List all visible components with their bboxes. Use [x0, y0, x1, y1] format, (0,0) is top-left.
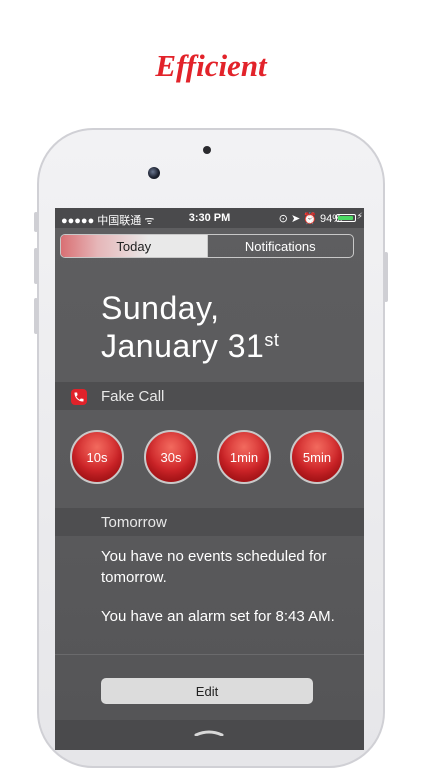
segmented-control: Today Notifications [60, 234, 354, 258]
battery-icon [336, 214, 356, 222]
date-text: January 31 [101, 328, 265, 364]
tomorrow-header: Tomorrow [55, 508, 364, 536]
tab-today[interactable]: Today [61, 235, 207, 257]
volume-up-button [34, 248, 38, 284]
timer-button-30s[interactable]: 30s [144, 430, 198, 484]
timer-button-10s[interactable]: 10s [70, 430, 124, 484]
date-ordinal-suffix: st [264, 330, 280, 350]
bottom-strip [55, 720, 364, 750]
grabber-handle-icon[interactable] [194, 730, 224, 736]
fake-call-header: Fake Call [55, 382, 364, 410]
earpiece-speaker [203, 146, 211, 154]
mute-switch [34, 212, 38, 232]
fake-call-title: Fake Call [101, 388, 165, 405]
date-month-day: January 31st [101, 328, 279, 365]
timer-button-1min[interactable]: 1min [217, 430, 271, 484]
date-weekday: Sunday, [101, 290, 220, 326]
status-bar: ●●●●● 中国联通 ᯤ 3:30 PM ⊙ ➤ ⏰ 94% ⚡ [55, 208, 364, 228]
alarm-message: You have an alarm set for 8:43 AM. [101, 608, 335, 625]
power-button [384, 252, 388, 302]
divider [55, 654, 364, 655]
tab-notifications[interactable]: Notifications [206, 235, 354, 257]
status-icons: ⊙ ➤ ⏰ 94% [278, 213, 342, 225]
tomorrow-title: Tomorrow [101, 514, 167, 531]
headline: Efficient [155, 48, 267, 83]
front-camera [148, 167, 160, 179]
battery-fill [338, 216, 353, 220]
phone-icon [71, 389, 87, 405]
screen: ●●●●● 中国联通 ᯤ 3:30 PM ⊙ ➤ ⏰ 94% ⚡ Today N… [55, 208, 364, 750]
charging-bolt-icon: ⚡ [356, 211, 363, 221]
no-events-message: You have no events scheduled for tomorro… [101, 548, 327, 586]
volume-down-button [34, 298, 38, 334]
edit-button[interactable]: Edit [101, 678, 313, 704]
timer-button-5min[interactable]: 5min [290, 430, 344, 484]
